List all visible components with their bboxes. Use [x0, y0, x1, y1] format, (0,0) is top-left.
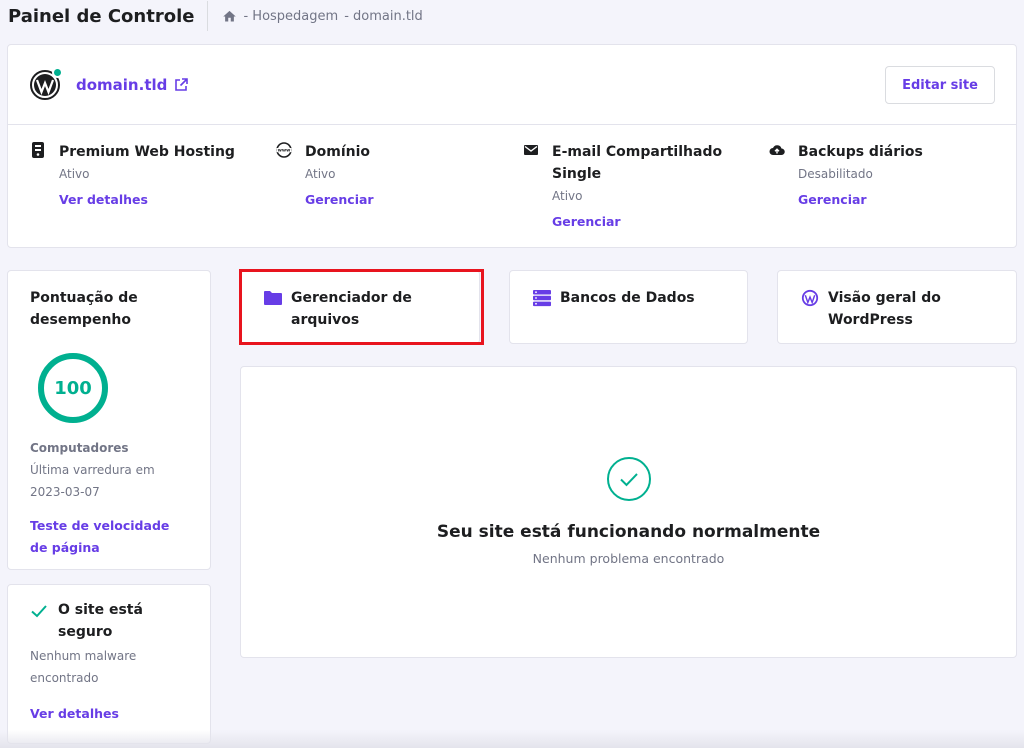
view-details-link[interactable]: Ver detalhes: [59, 192, 250, 207]
folder-icon: [264, 291, 282, 305]
home-icon[interactable]: [222, 9, 237, 24]
last-scan-label: Última varredura em: [30, 463, 155, 477]
manage-backups-link[interactable]: Gerenciar: [798, 192, 989, 207]
bottom-shadow: [0, 730, 1024, 748]
wordpress-logo-icon: [30, 66, 63, 100]
service-name: Domínio: [305, 144, 371, 160]
service-status: Ativo: [552, 189, 583, 203]
databases-label: Bancos de Dados: [560, 290, 695, 306]
performance-title: Pontuação de desempenho: [30, 290, 138, 328]
databases-tile[interactable]: Bancos de Dados: [509, 270, 748, 344]
www-icon: www: [276, 142, 292, 158]
domain-label: domain.tld: [76, 75, 168, 94]
page-title: Painel de Controle: [8, 5, 195, 27]
wordpress-overview-label: Visão geral do WordPress: [828, 290, 941, 328]
breadcrumb-hosting[interactable]: - Hospedagem: [243, 9, 338, 24]
success-check-icon: [606, 457, 651, 501]
device-label: Computadores: [30, 441, 129, 455]
security-card: O site está seguro Nenhum malware encont…: [7, 584, 211, 744]
database-icon: [533, 290, 551, 307]
external-link-icon: [175, 77, 189, 91]
top-bar: Painel de Controle - Hospedagem - domain…: [0, 0, 1024, 32]
cloud-upload-icon: [769, 145, 785, 155]
service-name: E-mail Compartilhado Single: [552, 144, 723, 182]
last-scan-date: 2023-03-07: [30, 485, 100, 499]
server-icon: [32, 142, 44, 158]
speed-test-link[interactable]: Teste de velocidade de página: [30, 515, 188, 559]
service-name: Premium Web Hosting: [59, 144, 235, 160]
service-domain: www Domínio Ativo Gerenciar: [276, 141, 496, 207]
checkmark-icon: [31, 605, 47, 618]
wordpress-overview-tile[interactable]: Visão geral do WordPress: [777, 270, 1017, 344]
service-email: E-mail Compartilhado Single Ativo Gerenc…: [523, 141, 723, 229]
security-header: O site está seguro: [30, 599, 188, 643]
site-overview-card: domain.tld Editar site Premium Web Hosti…: [7, 44, 1017, 248]
site-header: domain.tld Editar site: [8, 45, 1016, 125]
status-dot: [52, 66, 63, 78]
manage-domain-link[interactable]: Gerenciar: [305, 192, 496, 207]
status-headline: Seu site está funcionando normalmente: [436, 522, 821, 542]
services-row: Premium Web Hosting Ativo Ver detalhes w…: [8, 125, 1016, 248]
wordpress-icon: [801, 289, 819, 307]
performance-gauge: 100: [36, 351, 110, 425]
edit-site-button[interactable]: Editar site: [885, 66, 995, 104]
service-name: Backups diários: [798, 144, 923, 160]
service-hosting: Premium Web Hosting Ativo Ver detalhes: [30, 141, 250, 207]
file-manager-tile[interactable]: Gerenciador de arquivos: [240, 270, 480, 344]
manage-email-link[interactable]: Gerenciar: [552, 214, 723, 229]
domain-link[interactable]: domain.tld: [76, 75, 189, 94]
status-subtext: Nenhum problema encontrado: [532, 551, 725, 566]
security-title: O site está seguro: [58, 602, 143, 640]
service-status: Ativo: [59, 167, 90, 181]
service-backups: Backups diários Desabilitado Gerenciar: [769, 141, 989, 207]
site-status-card: Seu site está funcionando normalmente Ne…: [240, 366, 1017, 658]
file-manager-label: Gerenciador de arquivos: [291, 290, 412, 328]
performance-card: Pontuação de desempenho 100 Computadores…: [7, 270, 211, 570]
malware-status: Nenhum malware encontrado: [30, 649, 137, 685]
mail-icon: [524, 145, 538, 155]
service-status: Desabilitado: [798, 167, 873, 181]
svg-text:www: www: [278, 149, 291, 154]
service-status: Ativo: [305, 167, 336, 181]
performance-score: 100: [54, 377, 92, 399]
breadcrumb-domain[interactable]: - domain.tld: [344, 9, 423, 24]
security-details-link[interactable]: Ver detalhes: [30, 703, 188, 725]
divider: [207, 1, 209, 31]
breadcrumb: - Hospedagem - domain.tld: [222, 9, 423, 24]
